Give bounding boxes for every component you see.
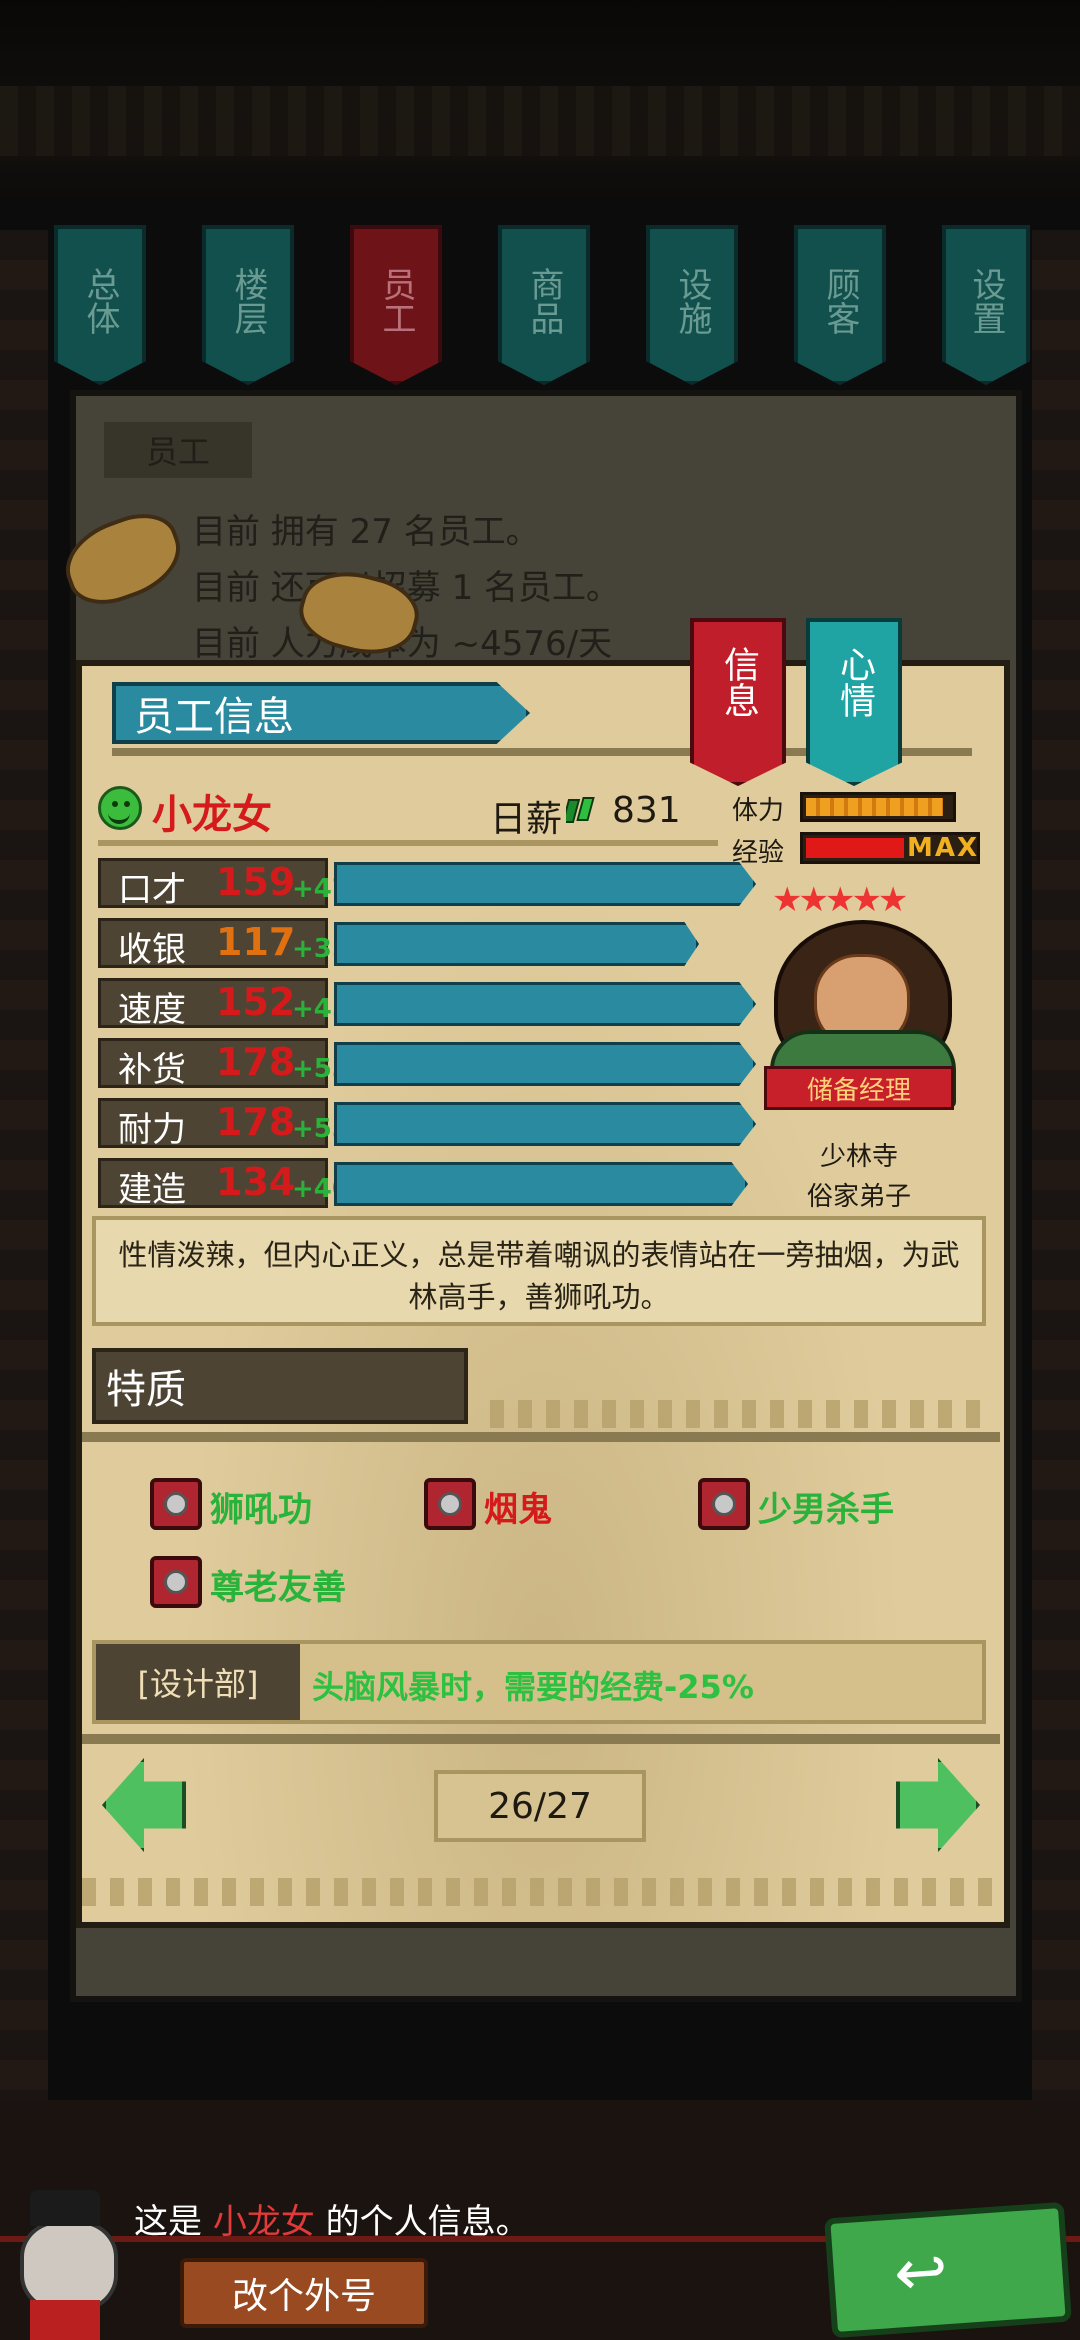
trait-label: 狮吼功 <box>210 1490 312 1530</box>
panel-title-text: 员工信息 <box>134 694 294 740</box>
stat-value: 117 <box>216 920 296 964</box>
stat-row: 收银 117 +35 <box>98 918 778 970</box>
tab-staff-label: 员工 <box>376 267 416 335</box>
employee-name[interactable]: 小龙女 <box>152 782 272 840</box>
effect-divider <box>82 1734 1000 1744</box>
tab-mood-label: 心情 <box>834 646 875 718</box>
tab-mood[interactable]: 心情 <box>806 618 902 786</box>
tab-overview-label: 总体 <box>80 267 120 335</box>
traits-header: 特质 <box>92 1348 468 1424</box>
trait-label: 尊老友善 <box>210 1568 346 1608</box>
trait-item[interactable]: 狮吼功 <box>150 1478 370 1534</box>
stat-label: 建造 <box>118 1170 186 1210</box>
tab-settings-label: 设置 <box>966 267 1006 335</box>
tab-info-label: 信息 <box>718 646 759 718</box>
name-divider <box>98 840 718 846</box>
stat-value: 178 <box>216 1100 296 1144</box>
exp-max-text: MAX <box>907 833 980 863</box>
panel-bottom-decoration <box>82 1878 1000 1906</box>
stat-bar <box>334 922 699 966</box>
trait-lock-icon <box>150 1556 202 1608</box>
stamina-bar <box>800 792 956 822</box>
tab-goods[interactable]: 商品 <box>498 225 590 385</box>
stat-row: 补货 178 +53 <box>98 1038 778 1090</box>
tab-facilities[interactable]: 设施 <box>646 225 738 385</box>
description-box: 性情泼辣，但内心正义，总是带着嘲讽的表情站在一旁抽烟，为武林高手，善狮吼功。 <box>92 1216 986 1326</box>
dialog-prefix: 这是 <box>134 2202 202 2242</box>
trait-label: 少男杀手 <box>758 1490 894 1530</box>
department-effect-text: 头脑风暴时，需要的经费-25% <box>312 1668 754 1706</box>
origin-title: 俗家弟子 <box>806 1182 911 1212</box>
stat-bar <box>334 1042 756 1086</box>
description-text: 性情泼辣，但内心正义，总是带着嘲讽的表情站在一旁抽烟，为武林高手，善狮吼功。 <box>118 1238 960 1314</box>
cash-icon <box>566 797 595 823</box>
tab-floors[interactable]: 楼层 <box>202 225 294 385</box>
dialog-message: 这是 小龙女 的个人信息。 <box>134 2194 530 2243</box>
stat-label: 补货 <box>118 1050 186 1090</box>
salary-value: 831 <box>612 790 681 831</box>
traits-decoration <box>490 1400 990 1428</box>
stat-bar <box>334 982 756 1026</box>
stat-label: 速度 <box>118 990 186 1030</box>
stamina-bar-fill <box>806 798 943 816</box>
trait-lock-icon <box>424 1478 476 1530</box>
rank-ribbon: 储备经理 <box>764 1066 954 1110</box>
trait-item[interactable]: 烟鬼 <box>424 1478 624 1534</box>
department-effect: [设计部] 头脑风暴时，需要的经费-25% <box>92 1640 986 1724</box>
npc-hat <box>30 2190 100 2226</box>
page-indicator: 26/27 <box>434 1770 646 1842</box>
traits-header-text: 特质 <box>106 1367 186 1413</box>
npc-head <box>20 2220 118 2312</box>
npc-body <box>30 2300 100 2340</box>
stat-bar <box>334 1162 748 1206</box>
rename-button[interactable]: 改个外号 <box>180 2258 428 2328</box>
exp-bar: MAX <box>800 832 980 864</box>
panel-title: 员工信息 <box>112 682 530 744</box>
stat-label: 耐力 <box>118 1110 186 1150</box>
salary-label: 日薪 <box>490 799 563 840</box>
stat-value: 159 <box>216 860 296 904</box>
trait-label: 烟鬼 <box>484 1490 552 1530</box>
dialog-suffix: 的个人信息。 <box>325 2202 530 2242</box>
trait-item[interactable]: 少男杀手 <box>698 1478 948 1534</box>
npc-cat-avatar <box>0 2180 130 2340</box>
trait-lock-icon <box>698 1478 750 1530</box>
department-label: [设计部] <box>96 1644 300 1720</box>
trait-item[interactable]: 尊老友善 <box>150 1556 400 1612</box>
tab-overview[interactable]: 总体 <box>54 225 146 385</box>
rank-text: 储备经理 <box>806 1075 911 1106</box>
stat-bar <box>334 1102 756 1146</box>
return-button[interactable]: ↩ <box>824 2201 1072 2339</box>
stat-label: 收银 <box>118 930 186 970</box>
tab-goods-label: 商品 <box>524 267 564 335</box>
tab-customers-label: 顾客 <box>820 267 860 335</box>
tab-info[interactable]: 信息 <box>690 618 786 786</box>
stat-bar <box>334 862 756 906</box>
stat-row: 速度 152 +45 <box>98 978 778 1030</box>
employee-avatar[interactable]: ★★★★★ 储备经理 <box>764 880 956 1120</box>
tab-facilities-label: 设施 <box>672 267 712 335</box>
stat-label: 口才 <box>118 870 186 910</box>
rename-button-label: 改个外号 <box>231 2276 376 2317</box>
origin-sect: 少林寺 <box>819 1142 898 1172</box>
page-indicator-text: 26/27 <box>488 1785 592 1827</box>
stat-value: 134 <box>216 1160 296 1204</box>
traits-divider <box>82 1432 1000 1442</box>
tab-floors-label: 楼层 <box>228 267 268 335</box>
tab-customers[interactable]: 顾客 <box>794 225 886 385</box>
exp-bar-fill <box>806 838 904 858</box>
tab-settings[interactable]: 设置 <box>942 225 1030 385</box>
tab-staff[interactable]: 员工 <box>350 225 442 385</box>
stamina-label: 体力 <box>732 796 785 826</box>
return-icon: ↩ <box>891 2234 951 2312</box>
stat-row: 耐力 178 +53 <box>98 1098 778 1150</box>
stat-row: 口才 159 +47 <box>98 858 778 910</box>
trait-lock-icon <box>150 1478 202 1530</box>
rating-stars: ★★★★★ <box>772 880 908 920</box>
stat-value: 152 <box>216 980 296 1024</box>
stat-row: 建造 134 +40 <box>98 1158 778 1210</box>
stat-value: 178 <box>216 1040 296 1084</box>
dialog-name: 小龙女 <box>212 2202 315 2242</box>
